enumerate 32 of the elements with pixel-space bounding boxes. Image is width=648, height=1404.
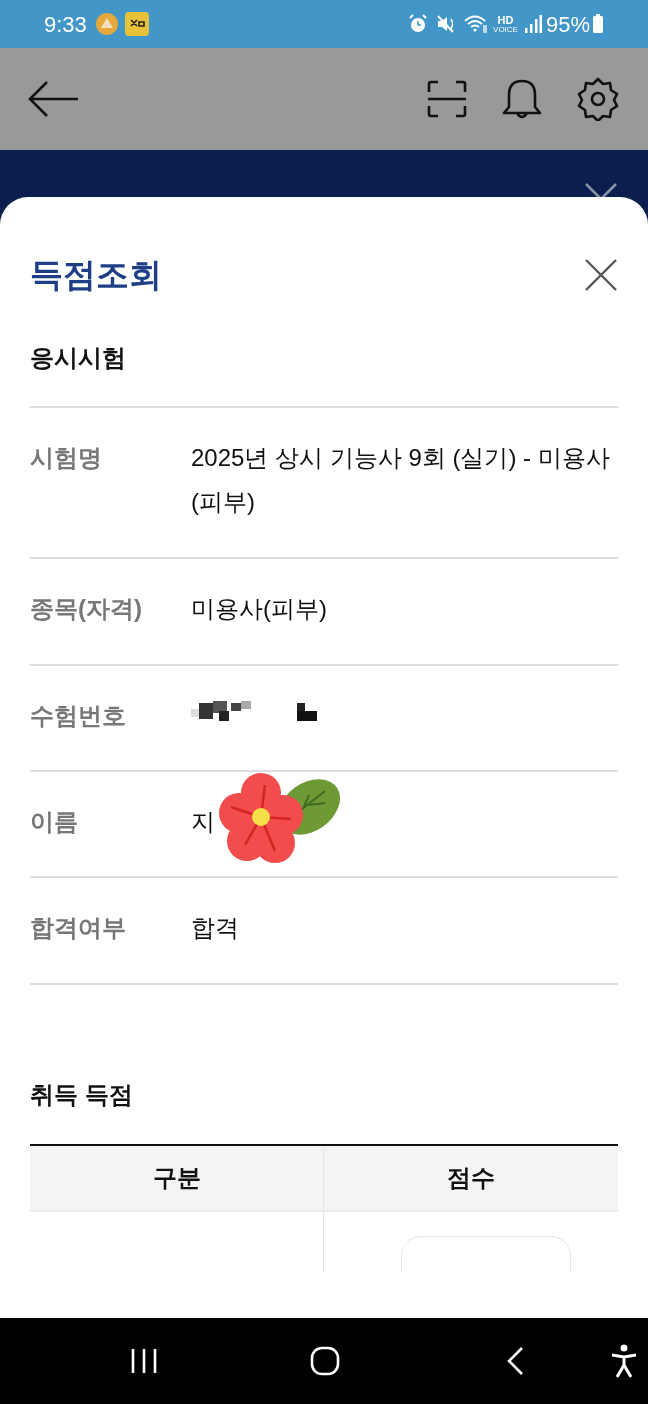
battery-percent: 95% [545,10,590,39]
field-label: 합격여부 [30,913,127,943]
section-heading: 응시시험 [30,343,126,373]
column-header: 구분 [30,1146,324,1210]
settings-icon[interactable] [576,77,620,121]
field-label: 수험번호 [30,701,127,731]
field-label: 이름 [30,807,79,837]
wifi-icon [463,13,490,35]
section-heading: 취득 득점 [30,1080,133,1110]
field-value: 지 [191,808,215,835]
back-icon[interactable] [506,1346,524,1376]
accessibility-icon[interactable] [610,1344,638,1378]
bell-icon[interactable] [501,77,543,121]
status-time: 9:33 [44,10,87,39]
close-icon[interactable] [584,258,618,292]
recent-apps-icon[interactable] [130,1348,158,1374]
back-arrow-icon[interactable] [28,80,80,118]
sheet-title: 득점조회 [30,255,162,296]
scan-icon[interactable] [427,80,467,118]
app-icon [94,12,119,36]
hd-label: HD [497,14,514,26]
column-header: 점수 [446,1163,496,1193]
home-icon[interactable] [310,1346,340,1376]
voice-label: VOICE [493,25,518,34]
app-icon [124,12,149,36]
field-value: 미용사(피부) [191,594,328,624]
field-value: 합격 [191,913,240,943]
field-value: 2025년 상시 기능사 9회 (실기) - 미용사(피부) [191,443,611,517]
field-label: 시험명 [30,443,103,473]
field-label: 종목(자격) [30,594,143,624]
battery-icon [592,14,604,34]
signal-icon [523,14,542,34]
